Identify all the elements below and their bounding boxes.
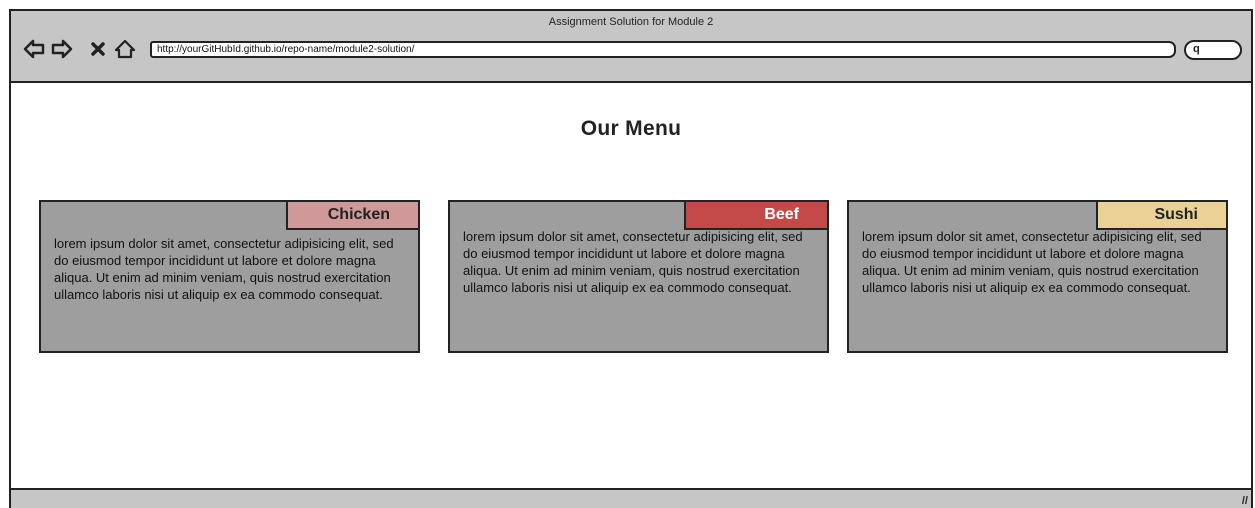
search-field[interactable]: q: [1184, 40, 1242, 60]
card-tag-sushi: Sushi: [1096, 200, 1228, 230]
address-bar[interactable]: http://yourGitHubId.github.io/repo-name/…: [150, 41, 1176, 58]
menu-card-sushi: Sushi lorem ipsum dolor sit amet, consec…: [847, 200, 1228, 353]
card-tag-chicken: Chicken: [286, 200, 420, 230]
search-icon: q: [1193, 43, 1200, 55]
card-text-sushi: lorem ipsum dolor sit amet, consectetur …: [862, 229, 1202, 295]
back-button[interactable]: [23, 38, 45, 60]
resize-grip-icon[interactable]: //: [1242, 495, 1248, 507]
back-arrow-icon: [23, 39, 45, 59]
home-icon: [114, 39, 136, 59]
card-tag-beef: Beef: [684, 200, 829, 230]
status-bar: //: [11, 488, 1251, 508]
page-title: Our Menu: [580, 117, 682, 140]
forward-arrow-icon: [51, 39, 73, 59]
home-button[interactable]: [114, 38, 136, 60]
forward-button[interactable]: [51, 38, 73, 60]
window-title: Assignment Solution for Module 2: [548, 16, 714, 28]
menu-card-chicken: Chicken lorem ipsum dolor sit amet, cons…: [39, 200, 420, 353]
browser-toolbar: Assignment Solution for Module 2 http://…: [11, 11, 1251, 83]
menu-card-beef: Beef lorem ipsum dolor sit amet, consect…: [448, 200, 829, 353]
card-text-beef: lorem ipsum dolor sit amet, consectetur …: [463, 229, 803, 295]
stop-button[interactable]: [87, 38, 109, 60]
card-text-chicken: lorem ipsum dolor sit amet, consectetur …: [54, 236, 394, 302]
browser-window: Assignment Solution for Module 2 http://…: [9, 9, 1253, 508]
stop-icon: [90, 41, 106, 57]
